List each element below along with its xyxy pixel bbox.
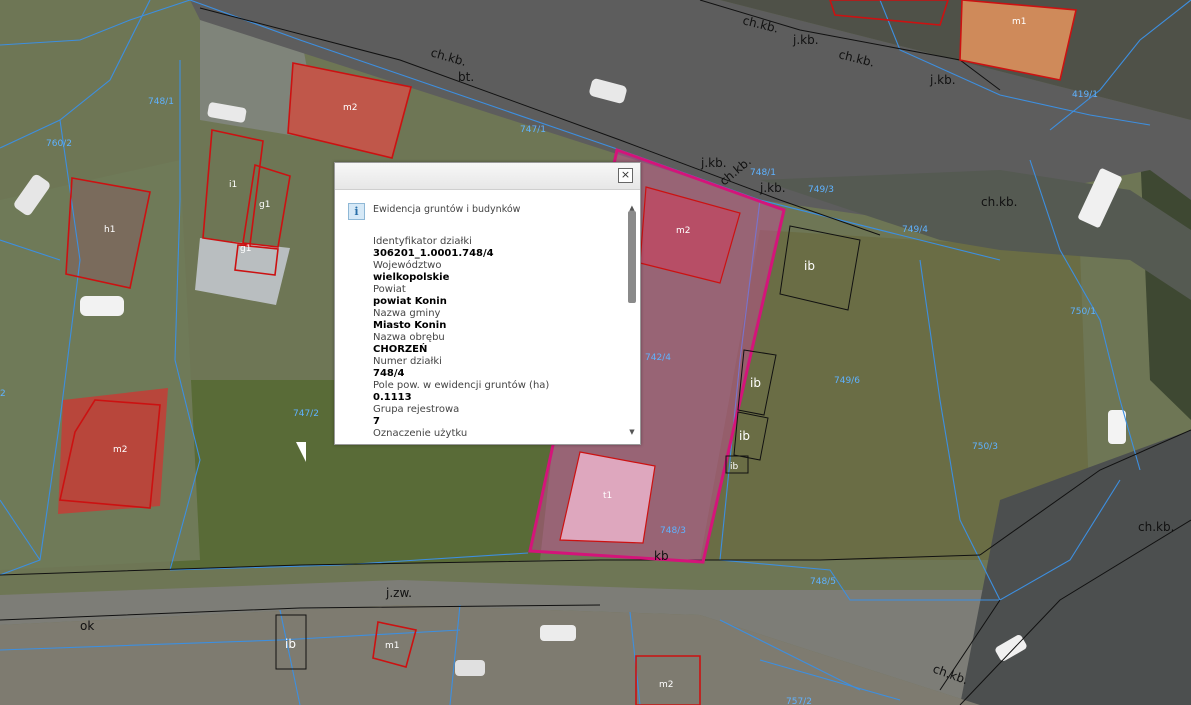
attribute-label: Nazwa gminy bbox=[373, 308, 441, 319]
building-label: m1 bbox=[385, 641, 400, 651]
parcel-label: 749/6 bbox=[834, 376, 860, 386]
parcel-label: 760/2 bbox=[46, 139, 72, 149]
road-label: kb bbox=[654, 549, 669, 563]
attribute-value: 748/4 bbox=[373, 368, 405, 379]
building-label: ib bbox=[739, 429, 750, 443]
parcel-label: 747/1 bbox=[520, 125, 546, 135]
building-label: t1 bbox=[603, 491, 612, 501]
building-label: g1 bbox=[240, 244, 251, 254]
parcel-label: 748/1 bbox=[750, 168, 776, 178]
attribute-label: Pole pow. w ewidencji gruntów (ha) bbox=[373, 380, 550, 391]
parcel-label: 747/2 bbox=[293, 409, 319, 419]
attribute-value: CHORZEŃ bbox=[373, 344, 428, 355]
attribute-item: Pole pow. w ewidencji gruntów (ha) 0.111… bbox=[373, 380, 623, 404]
scroll-down-icon[interactable]: ▼ bbox=[627, 427, 637, 437]
car bbox=[455, 660, 485, 676]
building-label: i1 bbox=[229, 180, 237, 190]
road-label: j.kb. bbox=[759, 181, 786, 195]
parcel-label: 750/1 bbox=[1070, 307, 1096, 317]
parcel-label: 742/4 bbox=[645, 353, 671, 363]
parcel-label: 749/4 bbox=[902, 225, 928, 235]
parcel-label: 748/5 bbox=[810, 577, 836, 587]
parcel-label: 748/1 bbox=[148, 97, 174, 107]
info-icon: i bbox=[348, 203, 365, 220]
building-label: ib bbox=[750, 376, 761, 390]
attribute-item: Nazwa gminy Miasto Konin bbox=[373, 308, 623, 332]
building-label: m2 bbox=[659, 680, 674, 690]
building-label: h1 bbox=[104, 225, 115, 235]
car bbox=[80, 296, 124, 316]
attribute-value: wielkopolskie bbox=[373, 272, 450, 283]
attribute-label: Nazwa obrębu bbox=[373, 332, 445, 343]
building-label: ib bbox=[804, 259, 815, 273]
building-label: m1 bbox=[1012, 17, 1027, 27]
attribute-label: Powiat bbox=[373, 284, 406, 295]
attribute-item: Województwo wielkopolskie bbox=[373, 260, 623, 284]
car bbox=[540, 625, 576, 641]
attribute-label: Numer działki bbox=[373, 356, 442, 367]
attribute-label: Identyfikator działki bbox=[373, 236, 472, 247]
popup-header: × bbox=[335, 163, 640, 190]
popup-body[interactable]: i Ewidencja gruntów i budynków Identyfik… bbox=[335, 190, 624, 444]
road-label: j.kb. bbox=[700, 156, 727, 170]
attribute-value: 306201_1.0001.748/4 bbox=[373, 248, 494, 259]
attribute-label: Grupa rejestrowa bbox=[373, 404, 460, 415]
feature-info-popup[interactable]: × i Ewidencja gruntów i budynków Identyf… bbox=[334, 162, 641, 445]
attribute-item: Identyfikator działki 306201_1.0001.748/… bbox=[373, 236, 623, 260]
attribute-value: powiat Konin bbox=[373, 296, 447, 307]
attribute-item: Numer działki 748/4 bbox=[373, 356, 623, 380]
attribute-value: 0.1113 bbox=[373, 392, 412, 403]
parcel-label: 757/2 bbox=[786, 697, 812, 705]
popup-pointer bbox=[296, 442, 306, 462]
road-label: ok bbox=[80, 619, 94, 633]
popup-scrollbar[interactable]: ▲ ▼ bbox=[627, 204, 637, 437]
building-label: m2 bbox=[343, 103, 358, 113]
scroll-thumb[interactable] bbox=[628, 211, 636, 303]
parcel-label: 750/3 bbox=[972, 442, 998, 452]
parcel-label: 749/3 bbox=[808, 185, 834, 195]
attribute-item: Nazwa obrębu CHORZEŃ bbox=[373, 332, 623, 356]
building-label: m2 bbox=[676, 226, 691, 236]
car bbox=[1108, 410, 1126, 444]
parcel-label: 748/3 bbox=[660, 526, 686, 536]
attribute-item: Oznaczenie użytku bbox=[373, 428, 623, 440]
attribute-list: Identyfikator działki 306201_1.0001.748/… bbox=[373, 236, 623, 440]
layer-title: Ewidencja gruntów i budynków bbox=[373, 204, 521, 215]
attribute-item: Grupa rejestrowa 7 bbox=[373, 404, 623, 428]
attribute-value: 7 bbox=[373, 416, 380, 427]
attribute-value: Miasto Konin bbox=[373, 320, 447, 331]
close-button[interactable]: × bbox=[618, 168, 633, 183]
building-label: g1 bbox=[259, 200, 270, 210]
road-label: j.kb. bbox=[929, 73, 956, 87]
building-label: ib bbox=[730, 462, 739, 472]
parcel-label: 419/1 bbox=[1072, 90, 1098, 100]
road-label: j.kb. bbox=[792, 33, 819, 47]
building-label: m2 bbox=[113, 445, 128, 455]
road-label: j.zw. bbox=[385, 586, 412, 600]
road-label: ch.kb. bbox=[981, 195, 1017, 209]
attribute-item: Powiat powiat Konin bbox=[373, 284, 623, 308]
road-label: ch.kb. bbox=[1138, 520, 1174, 534]
building-label: ib bbox=[285, 637, 296, 651]
attribute-label: Województwo bbox=[373, 260, 442, 271]
road-label: bt. bbox=[458, 70, 474, 84]
attribute-label: Oznaczenie użytku bbox=[373, 428, 468, 439]
parcel-label: 2 bbox=[0, 389, 6, 399]
